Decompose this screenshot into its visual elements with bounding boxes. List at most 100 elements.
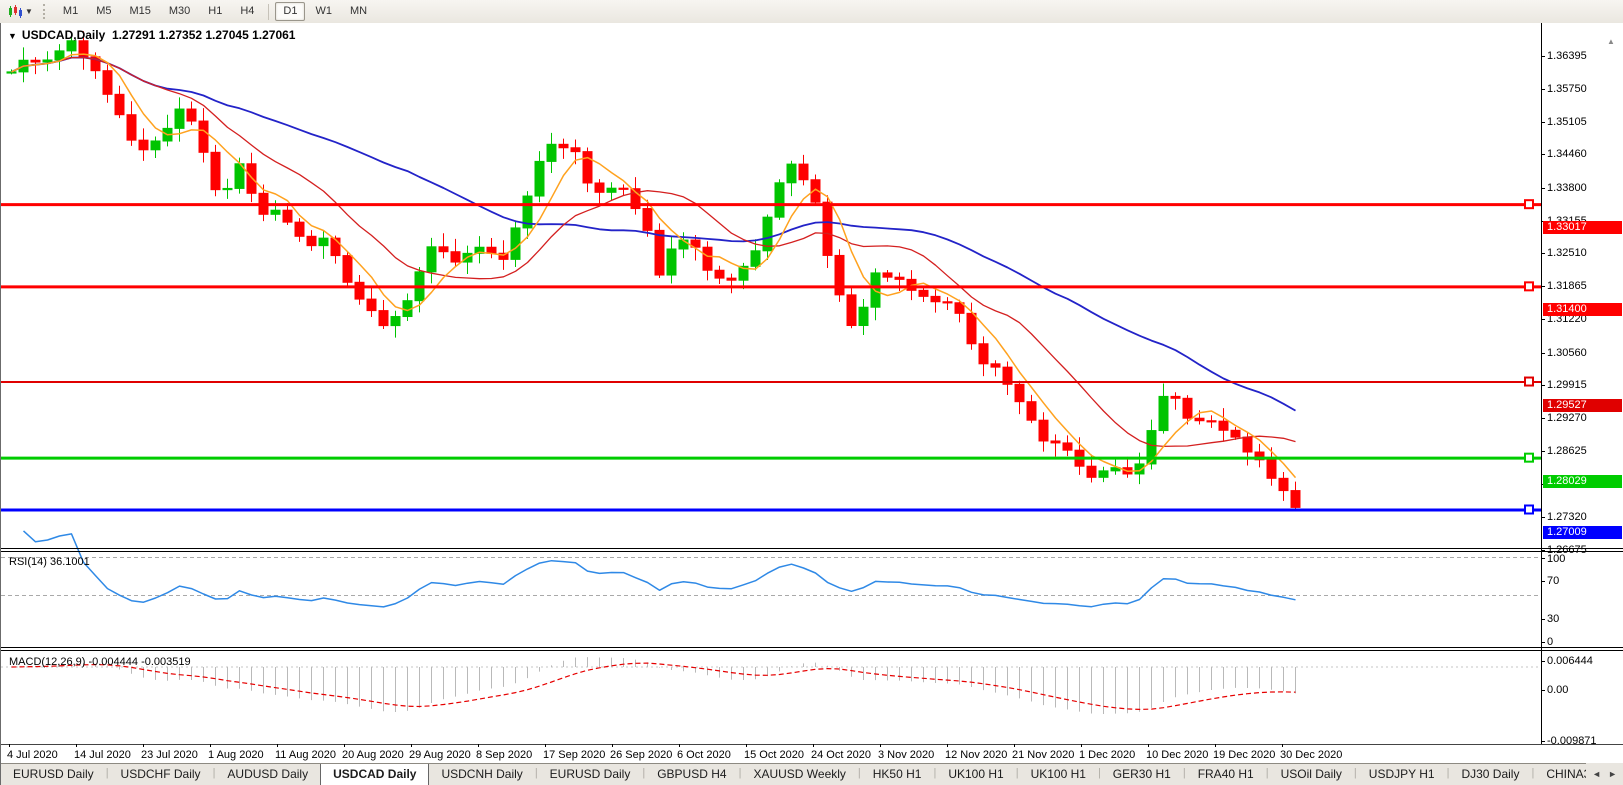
macd-scale-label: -0.009871 bbox=[1547, 735, 1597, 747]
date-tick-mark bbox=[746, 744, 747, 747]
tf-button-H1[interactable]: H1 bbox=[200, 2, 230, 21]
date-label: 8 Sep 2020 bbox=[476, 749, 532, 761]
price-level-badge: 1.29527 bbox=[1543, 399, 1622, 412]
tf-button-H4[interactable]: H4 bbox=[232, 2, 262, 21]
macd-tick-mark bbox=[1541, 661, 1545, 662]
price-tick-mark bbox=[1541, 154, 1545, 155]
price-tick-mark bbox=[1541, 353, 1545, 354]
date-label: 4 Jul 2020 bbox=[7, 749, 58, 761]
date-label: 1 Aug 2020 bbox=[208, 749, 264, 761]
chart-tab-eurusd-daily[interactable]: EURUSD Daily bbox=[1, 764, 106, 785]
date-label: 17 Sep 2020 bbox=[543, 749, 605, 761]
date-label: 26 Sep 2020 bbox=[610, 749, 672, 761]
date-label: 20 Aug 2020 bbox=[342, 749, 404, 761]
price-level-badge: 1.31400 bbox=[1543, 303, 1622, 316]
price-tick-mark bbox=[1541, 286, 1545, 287]
date-label: 19 Dec 2020 bbox=[1213, 749, 1275, 761]
rsi-tick-mark bbox=[1541, 558, 1545, 559]
price-tick-label: 1.29270 bbox=[1547, 412, 1587, 424]
collapse-triangle-icon[interactable]: ▼ bbox=[8, 31, 17, 41]
chart-tab-xauusd-weekly[interactable]: XAUUSD Weekly bbox=[741, 764, 857, 785]
tab-scroll-right-icon[interactable]: ► bbox=[1608, 769, 1617, 779]
chart-ohlc-values: 1.27291 1.27352 1.27045 1.27061 bbox=[112, 28, 296, 42]
rsi-scale-label: 70 bbox=[1547, 575, 1559, 587]
pane-separator[interactable] bbox=[1, 551, 1623, 552]
date-tick-mark bbox=[880, 744, 881, 747]
macd-tick-mark bbox=[1541, 690, 1545, 691]
tf-button-MN[interactable]: MN bbox=[342, 2, 375, 21]
date-tick-mark bbox=[612, 744, 613, 747]
price-level-badge: 1.28029 bbox=[1543, 475, 1622, 488]
chart-tab-usoil-daily[interactable]: USOil Daily bbox=[1269, 764, 1354, 785]
chart-symbol-label: USDCAD,Daily bbox=[22, 28, 105, 42]
date-tick-mark bbox=[679, 744, 680, 747]
candlestick-chart-icon bbox=[8, 5, 23, 19]
chart-tab-eurusd-daily[interactable]: EURUSD Daily bbox=[538, 764, 643, 785]
chart-tab-hk50-h1[interactable]: HK50 H1 bbox=[861, 764, 934, 785]
macd-indicator-label: MACD(12,26,9) -0.004444 -0.003519 bbox=[9, 656, 191, 668]
date-tick-mark bbox=[143, 744, 144, 747]
chart-tab-fra40-h1[interactable]: FRA40 H1 bbox=[1186, 764, 1266, 785]
tf-button-M5[interactable]: M5 bbox=[88, 2, 119, 21]
price-tick-label: 1.36395 bbox=[1547, 50, 1587, 62]
chart-tab-usdjpy-h1[interactable]: USDJPY H1 bbox=[1357, 764, 1447, 785]
pane-separator[interactable] bbox=[1, 548, 1623, 549]
price-tick-mark bbox=[1541, 56, 1545, 57]
chart-tab-gbpusd-h4[interactable]: GBPUSD H4 bbox=[645, 764, 738, 785]
rsi-scale-label: 30 bbox=[1547, 613, 1559, 625]
date-tick-mark bbox=[210, 744, 211, 747]
price-tick-mark bbox=[1541, 89, 1545, 90]
date-tick-mark bbox=[344, 744, 345, 747]
price-tick-label: 1.33800 bbox=[1547, 182, 1587, 194]
price-tick-label: 1.32510 bbox=[1547, 247, 1587, 259]
price-tick-mark bbox=[1541, 517, 1545, 518]
date-tick-mark bbox=[277, 744, 278, 747]
chevron-down-icon: ▼ bbox=[25, 7, 33, 16]
date-label: 12 Nov 2020 bbox=[945, 749, 1007, 761]
tf-button-M30[interactable]: M30 bbox=[161, 2, 198, 21]
chart-tab-dj30-daily[interactable]: DJ30 Daily bbox=[1449, 764, 1531, 785]
date-tick-mark bbox=[1148, 744, 1149, 747]
price-tick-label: 1.30560 bbox=[1547, 347, 1587, 359]
date-label: 11 Aug 2020 bbox=[275, 749, 336, 761]
chart-tab-usdchf-daily[interactable]: USDCHF Daily bbox=[109, 764, 213, 785]
chart-tab-audusd-daily[interactable]: AUDUSD Daily bbox=[215, 764, 320, 785]
chart-tab-uk100-h1[interactable]: UK100 H1 bbox=[1019, 764, 1098, 785]
tf-button-W1[interactable]: W1 bbox=[307, 2, 340, 21]
rsi-indicator-label: RSI(14) 36.1001 bbox=[9, 556, 90, 568]
tab-scroll-arrows: ◄ ► bbox=[1586, 763, 1623, 785]
pane-separator[interactable] bbox=[1, 650, 1623, 651]
pane-separator[interactable] bbox=[1, 647, 1623, 648]
price-tick-mark bbox=[1541, 385, 1545, 386]
tf-button-M15[interactable]: M15 bbox=[121, 2, 158, 21]
price-tick-mark bbox=[1541, 418, 1545, 419]
main-chart-canvas[interactable] bbox=[1, 23, 1541, 744]
price-tick-label: 1.35105 bbox=[1547, 116, 1587, 128]
macd-scale-label: 0.00 bbox=[1547, 684, 1568, 696]
date-tick-mark bbox=[813, 744, 814, 747]
rsi-tick-mark bbox=[1541, 619, 1545, 620]
date-tick-mark bbox=[1282, 744, 1283, 747]
macd-tick-mark bbox=[1541, 741, 1545, 742]
chart-tab-usdcnh-daily[interactable]: USDCNH Daily bbox=[429, 764, 534, 785]
date-label: 1 Dec 2020 bbox=[1079, 749, 1135, 761]
tf-button-D1[interactable]: D1 bbox=[275, 2, 305, 21]
price-tick-label: 1.35750 bbox=[1547, 83, 1587, 95]
chart-tab-ger30-h1[interactable]: GER30 H1 bbox=[1101, 764, 1183, 785]
date-tick-mark bbox=[411, 744, 412, 747]
tab-scroll-left-icon[interactable]: ◄ bbox=[1592, 769, 1601, 779]
date-tick-mark bbox=[1081, 744, 1082, 747]
price-tick-mark bbox=[1541, 550, 1545, 551]
date-label: 14 Jul 2020 bbox=[74, 749, 131, 761]
date-tick-mark bbox=[9, 744, 10, 747]
toolbar-grip-handle[interactable] bbox=[43, 4, 48, 19]
price-level-badge: 1.27009 bbox=[1543, 526, 1622, 539]
tf-button-M1[interactable]: M1 bbox=[55, 2, 86, 21]
chart-tab-uk100-h1[interactable]: UK100 H1 bbox=[936, 764, 1015, 785]
date-label: 21 Nov 2020 bbox=[1012, 749, 1074, 761]
date-tick-mark bbox=[1215, 744, 1216, 747]
chart-tab-usdcad-daily[interactable]: USDCAD Daily bbox=[320, 764, 429, 785]
chart-window: ▼ USDCAD,Daily 1.27291 1.27352 1.27045 1.… bbox=[0, 23, 1623, 785]
charts-menu-button[interactable]: ▼ bbox=[3, 3, 38, 21]
rsi-tick-mark bbox=[1541, 642, 1545, 643]
